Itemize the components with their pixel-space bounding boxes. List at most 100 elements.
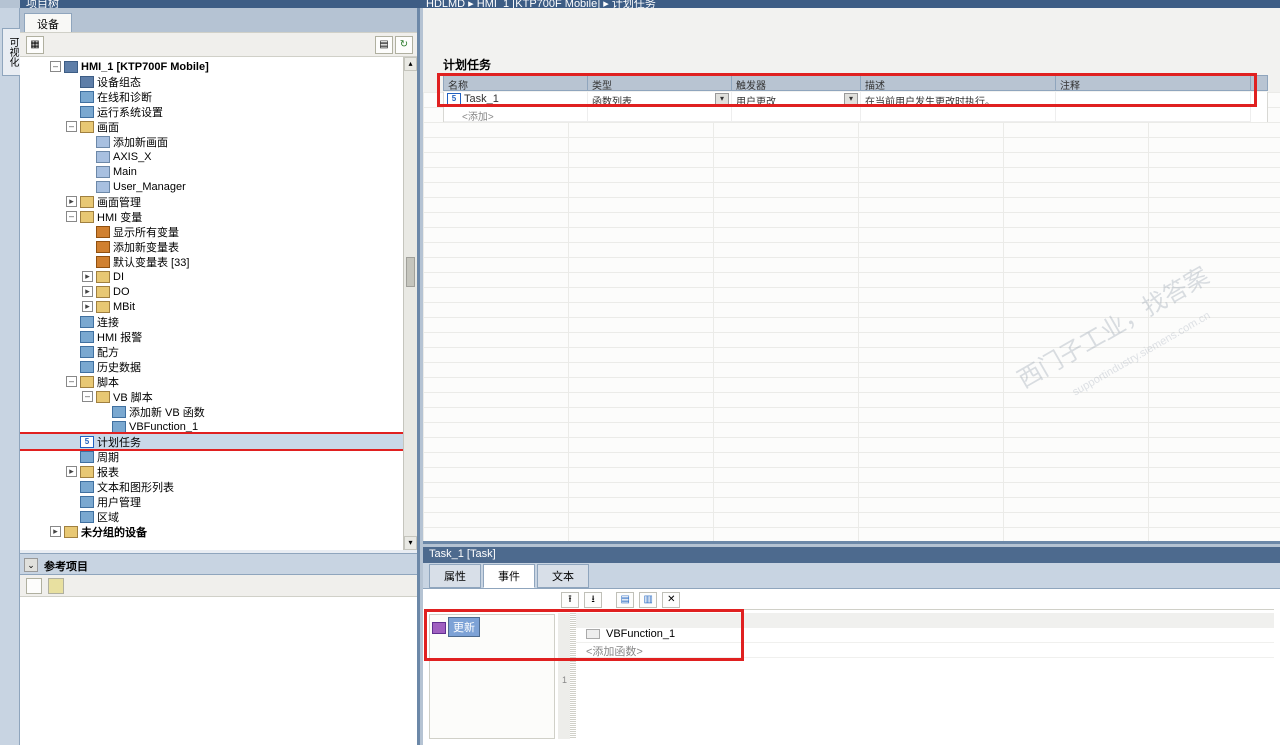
cell-comment[interactable] — [1056, 92, 1251, 107]
scroll-up-icon[interactable]: ▴ — [404, 57, 417, 71]
script-icon — [112, 421, 126, 433]
function-row-add[interactable]: <添加函数> — [576, 643, 1274, 658]
cycle-icon — [80, 451, 94, 463]
tree-node-deftagtable[interactable]: 默认变量表 [33] — [20, 254, 417, 269]
tree-node-vbscripts[interactable]: –VB 脚本 — [20, 389, 417, 404]
scheduler-icon: 5 — [80, 436, 94, 448]
event-btn-indent-icon[interactable]: ▥ — [639, 592, 657, 608]
col-comment[interactable]: 注释 — [1056, 76, 1251, 90]
table-row[interactable]: 5Task_1 函数列表 用户更改 在当前用户发生更改时执行。 — [443, 92, 1268, 107]
collapse-icon[interactable]: ⌄ — [24, 558, 38, 572]
toolbar-refresh-icon[interactable]: ↻ — [395, 36, 413, 54]
tree-node-hmi[interactable]: –HMI_1 [KTP700F Mobile] — [20, 59, 417, 74]
event-function-grid: 1 VBFunction_1 <添加函数> — [558, 613, 1274, 739]
toolbar-view-icon[interactable]: ▤ — [375, 36, 393, 54]
tree-node-connections[interactable]: 连接 — [20, 314, 417, 329]
expand-icon[interactable]: ▸ — [82, 286, 93, 297]
tree-scrollbar[interactable]: ▴ ▾ — [403, 57, 417, 550]
table-header: 名称 类型 触发器 描述 注释 — [443, 75, 1268, 91]
tree-node-reports[interactable]: ▸报表 — [20, 464, 417, 479]
tree-node-devcfg[interactable]: 设备组态 — [20, 74, 417, 89]
function-row[interactable] — [576, 613, 1274, 628]
expand-icon[interactable]: ▸ — [50, 526, 61, 537]
folder-icon — [80, 376, 94, 388]
tree-node-screenmgmt[interactable]: ▸画面管理 — [20, 194, 417, 209]
tree-node-alarms[interactable]: HMI 报警 — [20, 329, 417, 344]
expand-icon[interactable]: ▸ — [82, 301, 93, 312]
project-tree: –HMI_1 [KTP700F Mobile] 设备组态 在线和诊断 运行系统设… — [20, 57, 417, 550]
cell-name[interactable]: 5Task_1 — [444, 92, 588, 107]
expand-icon[interactable]: – — [82, 391, 93, 402]
left-panel: 设备 ▦ ▤ ↻ –HMI_1 [KTP700F Mobile] 设备组态 在线… — [20, 8, 420, 745]
ref-btn-1-icon[interactable] — [26, 578, 42, 594]
tree-node-recipes[interactable]: 配方 — [20, 344, 417, 359]
tree-node-scripts[interactable]: –脚本 — [20, 374, 417, 389]
cell-desc[interactable]: 在当前用户发生更改时执行。 — [861, 92, 1056, 107]
tree-node-screens[interactable]: –画面 — [20, 119, 417, 134]
tab-devices[interactable]: 设备 — [24, 13, 72, 34]
scroll-thumb[interactable] — [406, 257, 415, 287]
tree-node-history[interactable]: 历史数据 — [20, 359, 417, 374]
event-btn-outdent-icon[interactable]: ▤ — [616, 592, 634, 608]
tree-node-axis[interactable]: AXIS_X — [20, 149, 417, 164]
inspector-title: Task_1 [Task] — [423, 547, 1280, 563]
col-name[interactable]: 名称 — [444, 76, 588, 90]
tree-node-areas[interactable]: 区域 — [20, 509, 417, 524]
tree-node-main[interactable]: Main — [20, 164, 417, 179]
expand-icon[interactable]: ▸ — [66, 466, 77, 477]
ref-btn-2-icon[interactable] — [48, 578, 64, 594]
left-toolbar: ▦ ▤ ↻ — [20, 32, 417, 57]
cell-trigger-dropdown[interactable]: 用户更改 — [732, 92, 861, 107]
tree-node-hmitags[interactable]: –HMI 变量 — [20, 209, 417, 224]
expand-icon[interactable]: – — [66, 376, 77, 387]
event-btn-down-icon[interactable]: ⭳ — [584, 592, 602, 608]
tree-node-do[interactable]: ▸DO — [20, 284, 417, 299]
tree-node-addscreen[interactable]: 添加新画面 — [20, 134, 417, 149]
folder-icon — [80, 211, 94, 223]
tree-node-ungrouped[interactable]: ▸未分组的设备 — [20, 524, 417, 539]
col-desc[interactable]: 描述 — [861, 76, 1056, 90]
inspector-tabs: 属性 事件 文本 — [423, 563, 1280, 589]
expand-icon[interactable]: – — [66, 211, 77, 222]
tree-node-online[interactable]: 在线和诊断 — [20, 89, 417, 104]
tree-node-addvb[interactable]: 添加新 VB 函数 — [20, 404, 417, 419]
expand-icon[interactable]: – — [50, 61, 61, 72]
tree-node-textlists[interactable]: 文本和图形列表 — [20, 479, 417, 494]
toolbar-action-icon[interactable]: ▦ — [26, 36, 44, 54]
scroll-down-icon[interactable]: ▾ — [404, 536, 417, 550]
function-row-vbfunction[interactable]: VBFunction_1 — [576, 628, 1274, 643]
expand-icon[interactable]: – — [66, 121, 77, 132]
event-list: 更新 — [429, 614, 555, 739]
reference-project-title: 参考项目 — [44, 558, 88, 574]
tree-node-di[interactable]: ▸DI — [20, 269, 417, 284]
col-type[interactable]: 类型 — [588, 76, 732, 90]
expand-icon[interactable]: ▸ — [82, 271, 93, 282]
cell-type-dropdown[interactable]: 函数列表 — [588, 92, 732, 107]
tree-node-showalltags[interactable]: 显示所有变量 — [20, 224, 417, 239]
tree-node-vbfunction1[interactable]: VBFunction_1 — [20, 419, 417, 434]
folder-icon — [80, 196, 94, 208]
cell-add[interactable]: <添加> — [444, 107, 588, 122]
tab-properties[interactable]: 属性 — [429, 564, 481, 588]
tree-node-usermanager[interactable]: User_Manager — [20, 179, 417, 194]
tree-node-mbit[interactable]: ▸MBit — [20, 299, 417, 314]
event-item-update[interactable]: 更新 — [448, 617, 480, 637]
splitter-handle[interactable] — [570, 613, 576, 739]
tree-node-usermgmt[interactable]: 用户管理 — [20, 494, 417, 509]
tree-node-scheduler[interactable]: 5计划任务 — [20, 434, 417, 449]
event-btn-delete-icon[interactable]: ✕ — [662, 592, 680, 608]
folder-icon — [96, 391, 110, 403]
tab-events[interactable]: 事件 — [483, 564, 535, 588]
recipe-icon — [80, 346, 94, 358]
table-row-add[interactable]: <添加> — [443, 107, 1268, 122]
expand-icon[interactable]: ▸ — [66, 196, 77, 207]
folder-icon — [96, 271, 110, 283]
tree-node-addtagtable[interactable]: 添加新变量表 — [20, 239, 417, 254]
tab-texts[interactable]: 文本 — [537, 564, 589, 588]
reference-project-body — [20, 575, 417, 745]
event-btn-up-icon[interactable]: ⭱ — [561, 592, 579, 608]
col-trigger[interactable]: 触发器 — [732, 76, 861, 90]
online-icon — [80, 91, 94, 103]
tree-node-runtime[interactable]: 运行系统设置 — [20, 104, 417, 119]
tree-node-cycles[interactable]: 周期 — [20, 449, 417, 464]
